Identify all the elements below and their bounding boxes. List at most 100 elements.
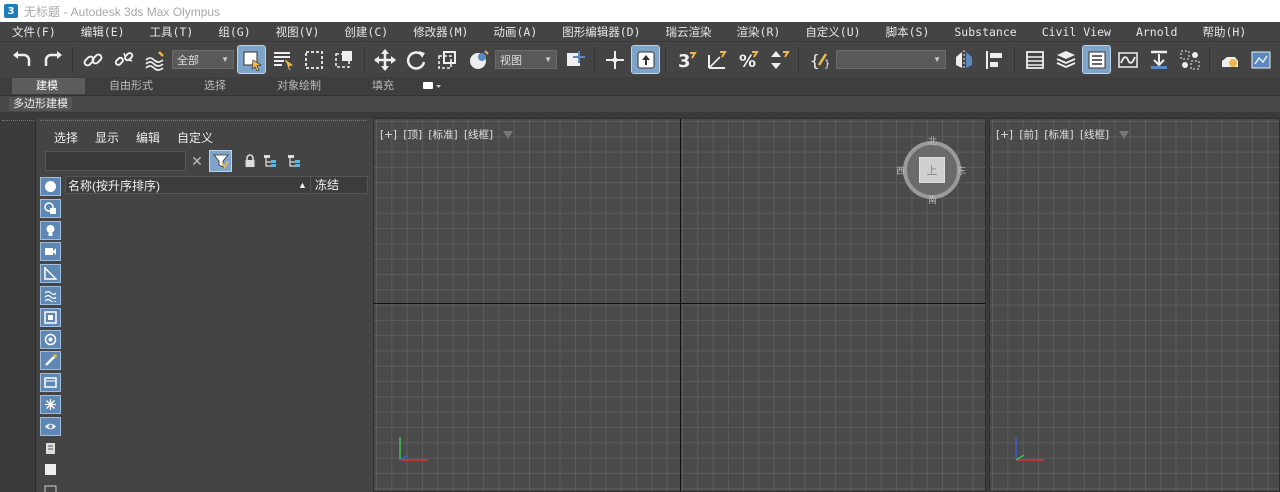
- cameras-filter-icon[interactable]: [40, 242, 61, 262]
- placement-icon[interactable]: [464, 46, 491, 73]
- visibility-filter-icon[interactable]: [40, 416, 61, 436]
- undo-icon[interactable]: [8, 46, 35, 73]
- ribbon-tab-freeform[interactable]: 自由形式: [85, 78, 180, 94]
- explorer-menu-customize[interactable]: 自定义: [177, 129, 213, 146]
- xrefs-filter-icon[interactable]: [40, 329, 61, 349]
- menu-edit[interactable]: 编辑(E): [69, 24, 138, 40]
- unlink-selection-icon[interactable]: [110, 46, 137, 73]
- invert-display-icon[interactable]: [40, 482, 61, 492]
- helpers-filter-icon[interactable]: [40, 264, 61, 284]
- rendered-frame-window-icon[interactable]: [1247, 46, 1274, 73]
- groups-filter-icon[interactable]: [40, 307, 61, 327]
- scale-icon[interactable]: [433, 46, 460, 73]
- selection-filter-dropdown[interactable]: 全部 ▼: [172, 50, 234, 69]
- select-and-manipulate-icon[interactable]: [601, 46, 628, 73]
- ribbon-tab-populate[interactable]: 填充: [348, 78, 421, 94]
- viewport-style-label[interactable]: [线框]: [464, 129, 493, 141]
- menu-cloud-render[interactable]: 瑞云渲染: [654, 24, 725, 40]
- viewport-shading-label[interactable]: [标准]: [1044, 129, 1073, 141]
- named-selection-sets-dropdown[interactable]: ▼: [836, 50, 946, 69]
- display-all-icon[interactable]: [40, 439, 61, 458]
- viewport-shading-label[interactable]: [标准]: [428, 129, 457, 141]
- mirror-icon[interactable]: [950, 46, 977, 73]
- menu-scripting[interactable]: 脚本(S): [874, 24, 943, 40]
- rotate-icon[interactable]: [402, 46, 429, 73]
- explorer-object-list[interactable]: [65, 194, 368, 484]
- ribbon-tab-object-paint[interactable]: 对象绘制: [253, 78, 348, 94]
- menu-views[interactable]: 视图(V): [264, 24, 333, 40]
- angle-snap-icon[interactable]: [703, 46, 730, 73]
- space-warps-filter-icon[interactable]: [40, 285, 61, 305]
- viewport-filter-icon[interactable]: [503, 131, 514, 139]
- viewport-menu-plus[interactable]: [+]: [380, 129, 397, 141]
- explorer-search-input[interactable]: [45, 151, 186, 171]
- menu-file[interactable]: 文件(F): [0, 24, 69, 40]
- explorer-grip[interactable]: [40, 120, 366, 122]
- viewport-filter-icon[interactable]: [1119, 131, 1130, 139]
- containers-filter-icon[interactable]: [40, 373, 61, 393]
- menu-arnold[interactable]: Arnold: [1124, 25, 1191, 39]
- viewport-view-label[interactable]: [前]: [1019, 129, 1038, 141]
- menu-customize[interactable]: 自定义(U): [793, 24, 873, 40]
- menu-tools[interactable]: 工具(T): [138, 24, 207, 40]
- bind-to-space-warp-icon[interactable]: [141, 46, 168, 73]
- name-column-header[interactable]: 名称(按升序排序): [66, 177, 298, 194]
- layer-sort-icon[interactable]: [286, 153, 302, 169]
- schematic-view-icon[interactable]: [1145, 46, 1172, 73]
- spinner-snap-icon[interactable]: [765, 46, 792, 73]
- move-icon[interactable]: [371, 46, 398, 73]
- menu-animation[interactable]: 动画(A): [481, 24, 550, 40]
- menu-substance[interactable]: Substance: [942, 25, 1029, 39]
- viewport-front[interactable]: [+] [前] [标准] [线框]: [989, 118, 1280, 492]
- clear-search-icon[interactable]: ✕: [190, 153, 204, 169]
- explorer-menu-select[interactable]: 选择: [54, 129, 78, 146]
- ribbon-tab-selection[interactable]: 选择: [180, 78, 253, 94]
- snaps-toggle-icon[interactable]: 3: [672, 46, 699, 73]
- align-icon[interactable]: [981, 46, 1008, 73]
- hierarchy-sort-icon[interactable]: [262, 153, 278, 169]
- shapes-filter-icon[interactable]: [40, 198, 61, 218]
- display-none-icon[interactable]: [40, 460, 61, 479]
- explorer-menu-display[interactable]: 显示: [95, 129, 119, 146]
- rectangular-selection-icon[interactable]: [300, 46, 327, 73]
- viewcube-top-face[interactable]: 上: [919, 157, 945, 183]
- explorer-menu-edit[interactable]: 编辑: [136, 129, 160, 146]
- keyboard-shortcut-override-icon[interactable]: [631, 45, 660, 74]
- dock-grip[interactable]: [2, 120, 34, 122]
- viewport-menu-plus[interactable]: [+]: [996, 129, 1013, 141]
- menu-group[interactable]: 组(G): [206, 24, 263, 40]
- menu-help[interactable]: 帮助(H): [1190, 24, 1259, 40]
- reference-coordinate-dropdown[interactable]: 视图 ▼: [495, 50, 557, 69]
- menu-rendering[interactable]: 渲染(R): [725, 24, 794, 40]
- viewport-view-label[interactable]: [顶]: [403, 129, 422, 141]
- particles-filter-icon[interactable]: [40, 394, 61, 414]
- ribbon-tab-modeling[interactable]: 建模: [12, 78, 85, 94]
- lock-icon[interactable]: [242, 153, 258, 169]
- toggle-command-panel-icon[interactable]: [1082, 45, 1111, 74]
- menu-civil-view[interactable]: Civil View: [1030, 25, 1124, 39]
- polygon-modeling-panel-label[interactable]: 多边形建模: [9, 97, 72, 111]
- select-object-icon[interactable]: [237, 45, 266, 74]
- edit-named-selection-icon[interactable]: {}: [805, 46, 832, 73]
- ribbon-minimize-icon[interactable]: [421, 80, 443, 92]
- select-by-name-icon[interactable]: [269, 46, 296, 73]
- freeze-column-header[interactable]: 冻结: [310, 177, 339, 193]
- pivot-center-icon[interactable]: [561, 46, 588, 73]
- curve-editor-icon[interactable]: [1114, 46, 1141, 73]
- redo-icon[interactable]: [39, 46, 66, 73]
- viewport-top[interactable]: [+] [顶] [标准] [线框] 上 北 南 东 西: [373, 118, 986, 492]
- menu-graph-editors[interactable]: 图形编辑器(D): [550, 24, 653, 40]
- window-crossing-icon[interactable]: [331, 46, 358, 73]
- menu-modifiers[interactable]: 修改器(M): [401, 24, 481, 40]
- geometry-filter-icon[interactable]: [40, 177, 61, 196]
- material-editor-icon[interactable]: [1176, 46, 1203, 73]
- toggle-layer-explorer-icon[interactable]: [1052, 46, 1079, 73]
- viewcube[interactable]: 上 北 南 东 西: [896, 136, 966, 205]
- lights-filter-icon[interactable]: [40, 220, 61, 240]
- filter-toggle-icon[interactable]: [209, 150, 232, 172]
- percent-snap-icon[interactable]: %: [734, 46, 761, 73]
- render-setup-icon[interactable]: [1216, 46, 1243, 73]
- viewport-style-label[interactable]: [线框]: [1080, 129, 1109, 141]
- select-and-link-icon[interactable]: [79, 46, 106, 73]
- menu-create[interactable]: 创建(C): [332, 24, 401, 40]
